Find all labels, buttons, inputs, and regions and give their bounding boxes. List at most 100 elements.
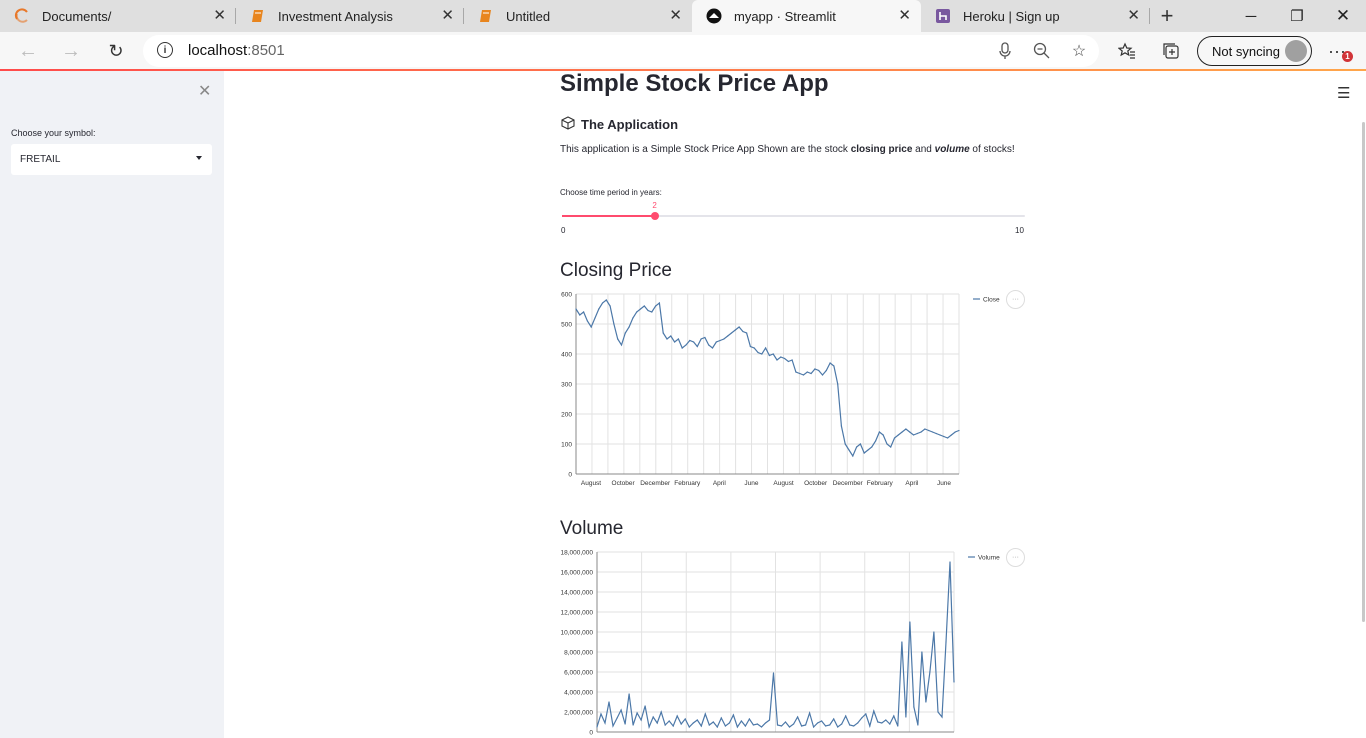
data-point <box>643 305 645 307</box>
data-point <box>913 706 915 708</box>
description: This application is a Simple Stock Price… <box>560 144 1015 155</box>
data-point <box>598 308 600 310</box>
close-icon[interactable]: ✕ <box>198 81 211 101</box>
data-point <box>901 431 903 433</box>
data-point <box>700 338 702 340</box>
data-point <box>861 717 863 719</box>
slider-fill <box>562 215 655 217</box>
y-tick-label: 4,000,000 <box>564 690 593 697</box>
data-point <box>608 701 610 703</box>
refresh-icon[interactable]: ↻ <box>102 39 130 63</box>
tab-investment-analysis[interactable]: Investment Analysis ✕ <box>236 0 464 32</box>
collections-icon[interactable] <box>1161 41 1181 61</box>
data-point <box>696 719 698 721</box>
y-tick-label: 600 <box>561 292 572 299</box>
symbol-select[interactable]: FRETAIL <box>11 144 212 175</box>
star-icon[interactable]: ☆ <box>1070 42 1088 60</box>
data-point <box>768 719 771 721</box>
y-tick-label: 8,000,000 <box>564 650 593 657</box>
data-point <box>719 339 721 342</box>
profile-sync-button[interactable]: Not syncing <box>1197 36 1312 66</box>
close-icon[interactable]: ✕ <box>1127 8 1140 24</box>
info-icon[interactable]: i <box>157 42 173 58</box>
data-point <box>809 712 811 714</box>
hamburger-menu-icon[interactable]: ☰ <box>1337 84 1350 102</box>
new-tab-button[interactable]: + <box>1150 0 1184 32</box>
data-point <box>734 329 736 331</box>
chart-title-closing: Closing Price <box>560 260 672 281</box>
data-point <box>950 434 952 436</box>
data-point <box>727 335 729 337</box>
tab-untitled[interactable]: Untitled ✕ <box>464 0 692 32</box>
data-point <box>935 432 937 435</box>
data-point <box>929 671 931 673</box>
data-point <box>628 693 630 695</box>
data-point <box>746 332 748 334</box>
data-point <box>670 335 672 337</box>
data-point <box>749 345 751 348</box>
data-point <box>586 320 588 322</box>
y-tick-label: 100 <box>561 442 572 449</box>
data-point <box>664 724 666 726</box>
data-point <box>825 725 827 727</box>
data-point <box>780 356 782 358</box>
tab-heroku[interactable]: Heroku | Sign up ✕ <box>921 0 1150 32</box>
subheader: The Application <box>561 116 678 133</box>
data-point <box>873 710 875 712</box>
microphone-icon[interactable] <box>996 42 1014 60</box>
data-point <box>672 725 674 727</box>
data-point <box>939 434 941 436</box>
x-tick-label: February <box>674 480 701 487</box>
url-text[interactable]: localhost:8501 <box>188 42 285 59</box>
data-point <box>941 716 943 718</box>
data-point <box>716 726 718 728</box>
data-point <box>685 344 687 346</box>
data-point <box>605 299 607 301</box>
data-point <box>594 317 596 319</box>
close-icon[interactable]: ✕ <box>669 8 682 24</box>
data-point <box>878 431 880 433</box>
data-point <box>689 339 691 342</box>
zoom-icon[interactable] <box>1033 42 1051 60</box>
data-point <box>616 717 618 719</box>
restore-button[interactable]: ❐ <box>1274 0 1320 32</box>
volume-chart: 0 2,000,000 4,000,000 6,000,000 8,000,000 10,… <box>560 550 1000 737</box>
close-icon[interactable]: ✕ <box>898 8 911 24</box>
close-icon[interactable]: ✕ <box>441 8 454 24</box>
address-field[interactable]: i localhost:8501 ☆ <box>143 35 1099 67</box>
close-window-button[interactable]: ✕ <box>1320 0 1366 32</box>
data-point <box>628 326 630 328</box>
data-point <box>764 722 767 724</box>
data-point <box>680 723 682 725</box>
data-point <box>684 718 686 720</box>
data-point <box>905 716 907 718</box>
data-point <box>740 720 742 722</box>
closing-price-chart: 0 100 200 300 400 500 600 August October December… <box>561 292 1000 488</box>
forward-arrow-icon[interactable]: → <box>57 39 85 63</box>
data-point <box>620 709 622 711</box>
data-point <box>889 723 891 725</box>
data-point <box>784 721 787 723</box>
back-arrow-icon[interactable]: ← <box>14 39 42 63</box>
data-point <box>943 435 945 438</box>
select-value: FRETAIL <box>20 154 61 165</box>
tab-documents[interactable]: Documents/ ✕ <box>0 0 236 32</box>
data-point <box>844 443 846 445</box>
data-point <box>644 705 646 707</box>
y-tick-label: 400 <box>561 352 572 359</box>
years-slider[interactable]: 2 <box>562 201 1025 220</box>
favorites-icon[interactable] <box>1117 41 1137 61</box>
data-point <box>692 722 694 724</box>
close-icon[interactable]: ✕ <box>213 8 226 24</box>
slider-thumb[interactable] <box>650 212 659 220</box>
data-point <box>793 723 795 725</box>
data-point <box>780 725 783 727</box>
more-options-icon[interactable]: ··· <box>1006 548 1025 567</box>
scrollbar[interactable] <box>1362 122 1365 622</box>
minimize-button[interactable]: ─ <box>1228 0 1274 32</box>
tab-myapp-streamlit[interactable]: myapp · Streamlit ✕ <box>692 0 921 32</box>
y-tick-label: 12,000,000 <box>560 610 593 617</box>
page-title: Simple Stock Price App <box>560 70 829 97</box>
x-tick-label: October <box>804 480 828 487</box>
more-options-icon[interactable]: ··· <box>1006 290 1025 309</box>
